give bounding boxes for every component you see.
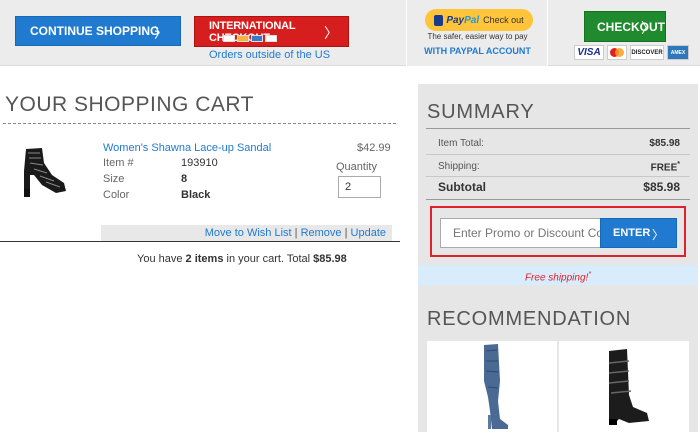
product-price: $42.99	[357, 142, 391, 154]
checkout-panel: CHECKOUT 〉 VISA DISCOVER AMEX	[547, 0, 700, 66]
card-logos: VISA DISCOVER AMEX	[574, 45, 689, 60]
payment-cards-icon	[223, 35, 277, 42]
chevron-right-icon: 〉	[154, 25, 168, 41]
separator: |	[294, 227, 298, 239]
divider	[426, 199, 690, 200]
paypal-brand: PayPal	[446, 15, 479, 26]
chevron-right-icon: 〉	[651, 228, 664, 242]
checkout-button[interactable]: CHECKOUT 〉	[584, 11, 666, 42]
color-value: Black	[181, 189, 211, 201]
paypal-with-account: WITH PAYPAL ACCOUNT	[424, 46, 531, 56]
subtotal-row: Subtotal $85.98	[438, 180, 680, 194]
cart-item-actions: Move to Wish List | Remove | Update	[101, 225, 392, 241]
recommendation-title: RECOMMENDATION	[427, 308, 632, 330]
enter-promo-button[interactable]: ENTER 〉	[600, 218, 677, 248]
continue-shopping-label: CONTINUE SHOPPING	[30, 24, 160, 38]
sandal-product-image[interactable]	[12, 145, 70, 199]
cart-total: $85.98	[313, 253, 347, 265]
chevron-right-icon: 〉	[641, 20, 655, 36]
visa-icon: VISA	[574, 45, 604, 60]
paypal-checkout-button[interactable]: PayPal Check out	[425, 9, 533, 31]
shipping-value-text: FREE	[650, 162, 678, 174]
enter-promo-label: ENTER	[613, 227, 651, 239]
move-to-wishlist-link[interactable]: Move to Wish List	[205, 227, 292, 239]
summary-title: SUMMARY	[427, 101, 535, 123]
divider	[426, 176, 690, 177]
paypal-button-label: Check out	[483, 15, 524, 25]
separator: |	[344, 227, 348, 239]
subtotal-value: $85.98	[643, 180, 680, 194]
paypal-brand-a: Pay	[446, 14, 465, 26]
divider	[426, 154, 690, 155]
free-shipping-asterisk: *	[588, 271, 592, 278]
remove-link[interactable]: Remove	[301, 227, 342, 239]
international-note: Orders outside of the US	[209, 49, 331, 61]
divider	[0, 241, 400, 242]
size-value: 8	[181, 173, 188, 185]
shipping-asterisk: *	[677, 161, 680, 168]
paypal-panel: PayPal Check out The safer, easier way t…	[406, 0, 547, 66]
update-link[interactable]: Update	[351, 227, 386, 239]
black-boot-image	[608, 349, 649, 425]
divider	[426, 128, 690, 129]
amex-icon: AMEX	[667, 45, 689, 60]
cart-item-count: 2 items	[185, 253, 224, 265]
discover-icon: DISCOVER	[630, 45, 664, 60]
free-shipping-text: Free shipping!	[524, 272, 589, 284]
item-total-value: $85.98	[649, 138, 680, 149]
summary-sidebar: SUMMARY Item Total: $85.98 Shipping: FRE…	[418, 84, 698, 432]
quantity-input[interactable]	[338, 176, 381, 198]
shipping-value: FREE*	[651, 161, 680, 173]
paypal-logo-icon	[434, 14, 444, 26]
product-name-link[interactable]: Women's Shawna Lace-up Sandal	[103, 142, 271, 154]
cart-title: YOUR SHOPPING CART	[5, 93, 254, 116]
chevron-right-icon: 〉	[324, 25, 338, 41]
shipping-row: Shipping: FREE*	[438, 161, 680, 173]
promo-code-box: ENTER 〉	[430, 206, 686, 257]
item-number-value: 193910	[181, 157, 218, 169]
top-bar: CONTINUE SHOPPING 〉 INTERNATIONAL CHECKO…	[0, 0, 700, 66]
paypal-tagline: The safer, easier way to pay	[427, 32, 528, 41]
free-shipping-banner: Free shipping!*	[418, 265, 698, 285]
paypal-brand-b: Pal	[464, 14, 480, 26]
top-bar-left: CONTINUE SHOPPING 〉 INTERNATIONAL CHECKO…	[0, 0, 405, 66]
denim-boot-image	[484, 344, 508, 429]
item-total-row: Item Total: $85.98	[438, 138, 680, 149]
subtotal-label: Subtotal	[438, 180, 486, 194]
item-number-label: Item #	[103, 157, 134, 169]
international-checkout-button[interactable]: INTERNATIONAL CHECKOUT 〉	[194, 16, 349, 47]
promo-code-input[interactable]	[440, 218, 600, 248]
mastercard-icon	[607, 45, 627, 60]
continue-shopping-button[interactable]: CONTINUE SHOPPING 〉	[15, 16, 181, 46]
size-label: Size	[103, 173, 125, 185]
divider	[3, 123, 396, 124]
recommendation-item[interactable]	[427, 341, 557, 432]
cart-count-summary: You have 2 items in your cart. Total $85…	[137, 253, 347, 265]
quantity-label: Quantity	[336, 161, 377, 173]
cart-count-mid: in your cart. Total	[223, 253, 314, 265]
shipping-label: Shipping:	[438, 161, 480, 172]
recommendation-item[interactable]	[559, 341, 689, 432]
item-total-label: Item Total:	[438, 138, 484, 149]
cart-count-pre: You have	[137, 253, 186, 265]
color-label: Color	[103, 189, 130, 201]
